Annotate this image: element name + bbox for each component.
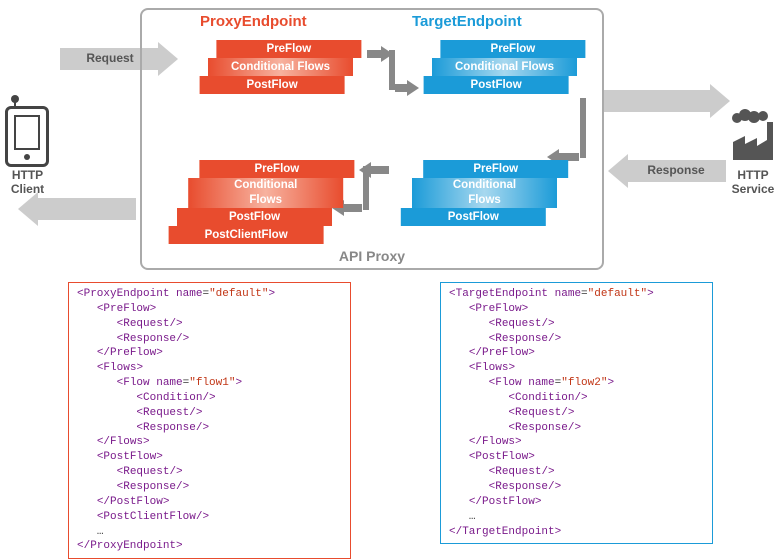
target-code-box: <TargetEndpoint name="default"> <PreFlow… <box>440 282 713 544</box>
response-arrow: Response <box>626 160 726 182</box>
target-response-flows: PreFlow ConditionalFlows PostFlow <box>397 160 573 226</box>
api-proxy-label: API Proxy <box>142 248 602 264</box>
connector-2 <box>369 166 389 174</box>
proxy-response-flows: PreFlow ConditionalFlows PostFlow PostCl… <box>164 160 358 244</box>
flow-preflow: PreFlow <box>440 40 585 58</box>
connector-2v <box>363 166 369 210</box>
connector-2b <box>342 204 362 212</box>
flow-postflow: PostFlow <box>177 208 332 226</box>
proxy-code-box: <ProxyEndpoint name="default"> <PreFlow>… <box>68 282 351 559</box>
target-request-flows: PreFlow Conditional Flows PostFlow <box>419 40 589 94</box>
response-label: Response <box>626 163 726 177</box>
factory-icon <box>729 108 777 163</box>
flow-postflow: PostFlow <box>401 208 546 226</box>
flow-postflow: PostFlow <box>200 76 345 94</box>
flow-conditional: ConditionalFlows <box>188 178 343 208</box>
flow-conditional: Conditional Flows <box>208 58 353 76</box>
flow-preflow: PreFlow <box>199 160 354 178</box>
target-endpoint-title: TargetEndpoint <box>412 13 522 30</box>
flow-conditional: ConditionalFlows <box>412 178 557 208</box>
connector-1 <box>367 50 383 58</box>
proxy-endpoint-title: ProxyEndpoint <box>200 13 307 30</box>
connector-rv <box>580 98 586 158</box>
flow-postclientflow: PostClientFlow <box>169 226 324 244</box>
flow-conditional: Conditional Flows <box>432 58 577 76</box>
flow-preflow: PreFlow <box>216 40 361 58</box>
proxy-request-flows: PreFlow Conditional Flows PostFlow <box>195 40 365 94</box>
to-service-arrow <box>602 90 712 112</box>
to-client-arrow <box>36 198 136 220</box>
flow-postflow: PostFlow <box>424 76 569 94</box>
connector-1b <box>395 84 409 92</box>
api-proxy-box: API Proxy ProxyEndpoint TargetEndpoint P… <box>140 8 604 270</box>
service-label: HTTPService <box>723 168 783 197</box>
phone-icon <box>5 106 49 167</box>
diagram-root: HTTPClient HTTPService Request Response … <box>0 0 783 545</box>
flow-preflow: PreFlow <box>423 160 568 178</box>
